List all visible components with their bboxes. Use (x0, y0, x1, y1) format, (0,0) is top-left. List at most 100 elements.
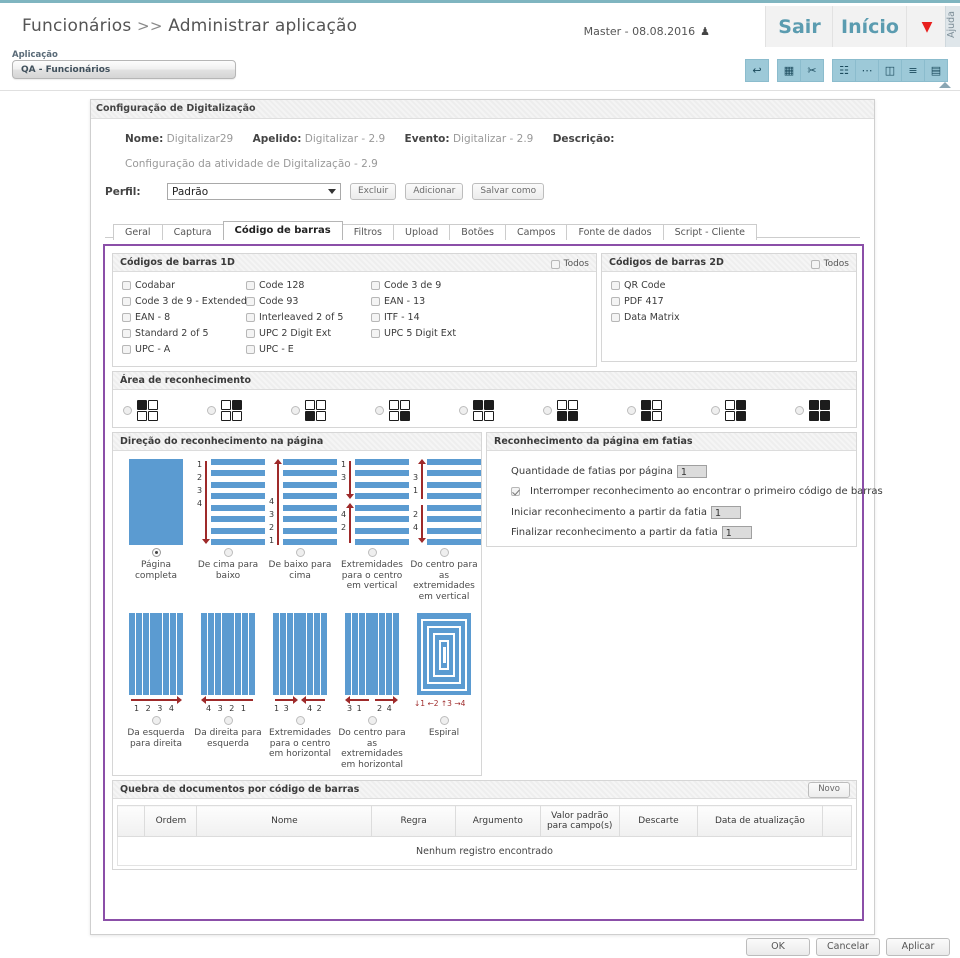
recognition-area-option-top-right-quadrant[interactable] (207, 400, 242, 421)
checkbox-interleaved-2-of-5[interactable]: Interleaved 2 of 5 (246, 312, 343, 323)
undo-icon[interactable]: ↩ (745, 59, 769, 82)
tab-captura[interactable]: Captura (162, 224, 224, 240)
checkbox-icon[interactable] (122, 313, 131, 322)
checkbox-itf-14[interactable]: ITF - 14 (371, 312, 420, 323)
tab-fonte-de-dados[interactable]: Fonte de dados (566, 224, 663, 240)
radio-icon[interactable] (224, 548, 233, 557)
profile-select[interactable]: Padrão (167, 183, 341, 200)
checkbox-icon[interactable] (246, 313, 255, 322)
checkbox-upc-a[interactable]: UPC - A (122, 344, 170, 355)
radio-icon[interactable] (207, 406, 216, 415)
checkbox-icon[interactable] (551, 260, 560, 269)
direction-option-centro-extremidades-vertical[interactable]: 31 24 Do centro para as extremidades em … (408, 459, 480, 602)
help-tab[interactable]: Ajuda (945, 6, 960, 47)
logout-button[interactable]: Sair (765, 6, 833, 47)
checkbox-standard-2-of-5[interactable]: Standard 2 of 5 (122, 328, 209, 339)
direction-option-direita-para-esquerda[interactable]: 4 3 2 1 Da direita para esquerda (192, 613, 264, 749)
tab-upload[interactable]: Upload (393, 224, 450, 240)
document-icon[interactable]: ▦ (777, 59, 801, 82)
checkbox-icon[interactable] (122, 345, 131, 354)
checkbox-code-3-de-9-extended[interactable]: Code 3 de 9 - Extended (122, 296, 247, 307)
grid-icon[interactable]: ☷ (832, 59, 856, 82)
dots-icon[interactable]: ⋯ (856, 59, 879, 82)
caret-down-icon[interactable]: ▼ (906, 6, 947, 47)
checkbox-upc-e[interactable]: UPC - E (246, 344, 294, 355)
checkbox-code-93[interactable]: Code 93 (246, 296, 298, 307)
application-selector[interactable]: QA - Funcionários (12, 60, 236, 79)
radio-icon[interactable] (543, 406, 552, 415)
checkbox-code-3-de-9[interactable]: Code 3 de 9 (371, 280, 441, 291)
direction-option-esquerda-para-direita[interactable]: 1 2 3 4 Da esquerda para direita (120, 613, 192, 749)
checkbox-icon[interactable] (371, 313, 380, 322)
radio-icon[interactable] (627, 406, 636, 415)
barcodes-2d-select-all[interactable]: Todos (811, 256, 849, 273)
direction-option-de-cima-para-baixo[interactable]: 12 34 De cima para baixo (192, 459, 264, 581)
save-as-profile-button[interactable]: Salvar como (472, 183, 544, 200)
checkbox-ean-8[interactable]: EAN - 8 (122, 312, 170, 323)
checkbox-icon[interactable] (371, 281, 380, 290)
direction-option-centro-extremidades-horizontal[interactable]: 3 1 2 4 Do centro para as extremidades e… (336, 613, 408, 770)
tools-icon[interactable]: ✂ (801, 59, 824, 82)
checkbox-icon[interactable] (246, 329, 255, 338)
cancel-button[interactable]: Cancelar (816, 938, 880, 956)
tab-filtros[interactable]: Filtros (342, 224, 394, 240)
checkbox-ean-13[interactable]: EAN - 13 (371, 296, 425, 307)
slices-stop-row[interactable]: Interromper reconhecimento ao encontrar … (511, 486, 883, 497)
checkbox-qr-code[interactable]: QR Code (611, 280, 665, 291)
radio-icon[interactable] (440, 716, 449, 725)
checkbox-icon[interactable] (611, 281, 620, 290)
delete-profile-button[interactable]: Excluir (350, 183, 396, 200)
direction-option-extremidades-centro-vertical[interactable]: 13 42 Extremidades para o centro em vert… (336, 459, 408, 592)
tab-script-cliente[interactable]: Script - Cliente (663, 224, 757, 240)
recognition-area-option-bottom-left-quadrant[interactable] (291, 400, 326, 421)
recognition-area-option-right-half[interactable] (711, 400, 746, 421)
radio-icon[interactable] (296, 548, 305, 557)
checkbox-upc-2-digit-ext[interactable]: UPC 2 Digit Ext (246, 328, 331, 339)
compare-icon[interactable]: ◫ (879, 59, 902, 82)
recognition-area-option-top-half[interactable] (459, 400, 494, 421)
checkbox-codabar[interactable]: Codabar (122, 280, 175, 291)
radio-icon[interactable] (711, 406, 720, 415)
new-break-button[interactable]: Novo (808, 782, 850, 798)
tab-geral[interactable]: Geral (113, 224, 163, 240)
radio-icon[interactable] (224, 716, 233, 725)
tab-codigo-de-barras[interactable]: Código de barras (223, 221, 343, 240)
checkbox-icon[interactable] (122, 297, 131, 306)
slices-end-input[interactable]: 1 (722, 526, 752, 539)
checkbox-upc-5-digit-ext[interactable]: UPC 5 Digit Ext (371, 328, 456, 339)
list-icon[interactable]: ≡ (902, 59, 925, 82)
recognition-area-option-bottom-right-quadrant[interactable] (375, 400, 410, 421)
radio-icon[interactable] (368, 548, 377, 557)
add-profile-button[interactable]: Adicionar (405, 183, 463, 200)
radio-icon[interactable] (795, 406, 804, 415)
checkbox-icon[interactable] (811, 260, 820, 269)
slices-start-input[interactable]: 1 (711, 506, 741, 519)
checkbox-icon[interactable] (371, 329, 380, 338)
checkbox-icon[interactable] (246, 297, 255, 306)
recognition-area-option-bottom-half[interactable] (543, 400, 578, 421)
caret-up-icon[interactable] (939, 82, 951, 88)
ok-button[interactable]: OK (746, 938, 810, 956)
checkbox-pdf-417[interactable]: PDF 417 (611, 296, 664, 307)
direction-option-espiral[interactable]: ↓1 ←2 ↑3 →4 Espiral (408, 613, 480, 739)
apply-button[interactable]: Aplicar (886, 938, 950, 956)
direction-option-pagina-completa[interactable]: Página completa (120, 459, 192, 581)
tab-campos[interactable]: Campos (505, 224, 568, 240)
checkbox-icon[interactable] (122, 281, 131, 290)
tab-botoes[interactable]: Botões (449, 224, 506, 240)
stamp-icon[interactable]: ▤ (925, 59, 948, 82)
radio-icon[interactable] (368, 716, 377, 725)
radio-icon[interactable] (440, 548, 449, 557)
recognition-area-option-left-half[interactable] (627, 400, 662, 421)
radio-icon[interactable] (459, 406, 468, 415)
recognition-area-option-top-left-quadrant[interactable] (123, 400, 158, 421)
checkbox-icon[interactable] (611, 297, 620, 306)
checkbox-data-matrix[interactable]: Data Matrix (611, 312, 680, 323)
radio-icon[interactable] (123, 406, 132, 415)
checkbox-icon[interactable] (246, 345, 255, 354)
checkbox-icon[interactable] (371, 297, 380, 306)
checkbox-icon[interactable] (122, 329, 131, 338)
radio-icon[interactable] (291, 406, 300, 415)
direction-option-de-baixo-para-cima[interactable]: 43 21 De baixo para cima (264, 459, 336, 581)
checkbox-code-128[interactable]: Code 128 (246, 280, 304, 291)
